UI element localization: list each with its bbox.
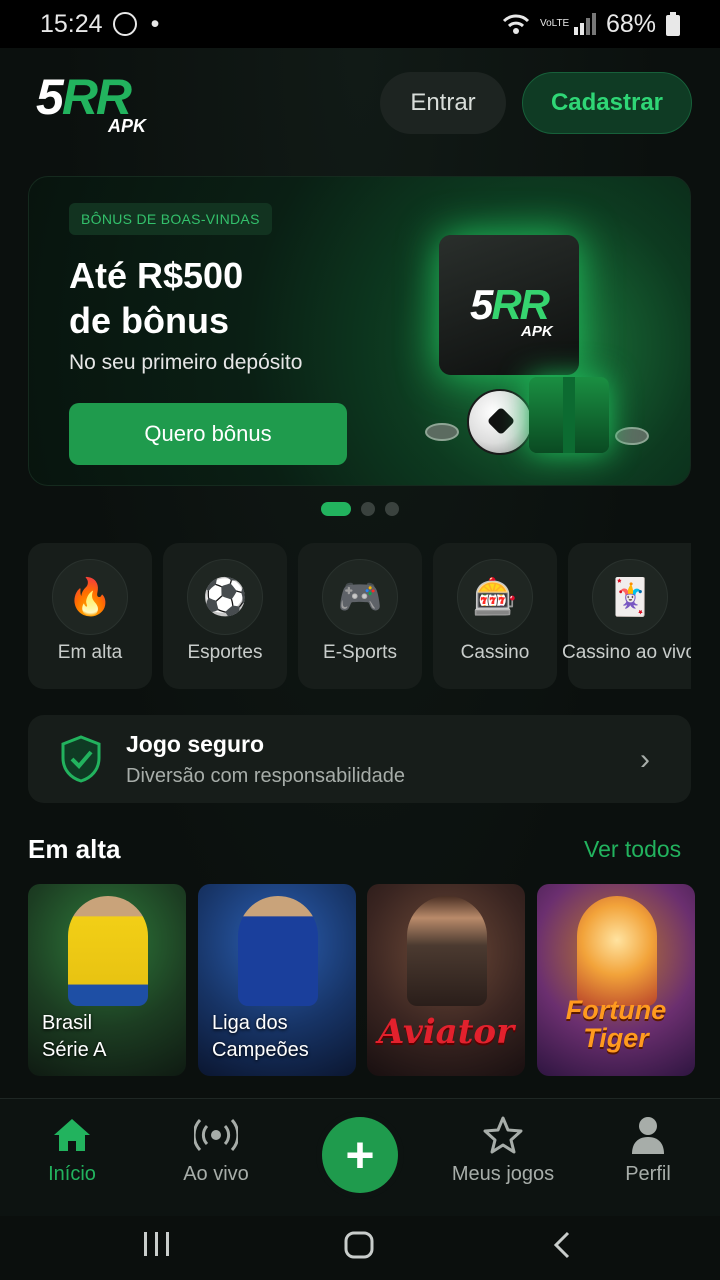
- game-label-line1: Liga dos: [212, 1012, 288, 1034]
- fortune-tiger-line2: Tiger: [583, 1023, 649, 1053]
- box-logo-subtext: APK: [521, 323, 553, 340]
- nav-ao-vivo[interactable]: Ao vivo: [146, 1115, 286, 1186]
- trending-games-row: Brasil Série A Liga dos Campeões Aviator…: [28, 884, 695, 1076]
- soccer-ball-icon: ⚽: [187, 559, 263, 635]
- game-card-liga-dos-campeoes[interactable]: Liga dos Campeões: [198, 884, 356, 1076]
- banner-title: Até R$500 de bônus: [69, 253, 369, 343]
- slot-machine-icon: 🎰: [457, 559, 533, 635]
- category-label: Cassino: [460, 642, 530, 663]
- logo-text: 5RR: [36, 69, 132, 125]
- category-esports[interactable]: 🎮 E-Sports: [298, 543, 422, 689]
- brand-logo[interactable]: 5RR APK: [36, 69, 166, 138]
- nav-inicio[interactable]: Início: [2, 1115, 142, 1186]
- recent-apps-icon[interactable]: [142, 1230, 172, 1258]
- section-title: Em alta: [28, 834, 121, 864]
- game-card-fortune-tiger[interactable]: Fortune Tiger: [537, 884, 695, 1076]
- wifi-icon: [502, 14, 530, 34]
- gift-box-illustration: [529, 377, 609, 453]
- safe-play-card[interactable]: Jogo seguro Diversão com responsabilidad…: [28, 715, 691, 803]
- star-icon: [483, 1116, 523, 1154]
- bottom-nav: Início Ao vivo + Meus jogos Perfil: [0, 1098, 720, 1216]
- game-label-line2: Série A: [42, 1039, 107, 1061]
- signal-icon: [573, 13, 596, 35]
- home-button-icon[interactable]: [343, 1230, 375, 1260]
- category-row: 🔥 Em alta ⚽ Esportes 🎮 E-Sports 🎰 Cassin…: [28, 543, 691, 689]
- category-label: Esportes: [187, 642, 263, 663]
- nav-perfil[interactable]: Perfil: [578, 1115, 718, 1186]
- game-card-brasil-serie-a[interactable]: Brasil Série A: [28, 884, 186, 1076]
- game-label-line1: Brasil: [42, 1012, 93, 1034]
- notification-dot: •: [150, 9, 160, 38]
- fortune-tiger-line1: Fortune: [565, 995, 667, 1025]
- nav-meus-jogos[interactable]: Meus jogos: [433, 1115, 573, 1186]
- register-button[interactable]: Cadastrar: [522, 72, 692, 134]
- banner-title-line2: de bônus: [69, 300, 229, 341]
- category-label: E-Sports: [323, 642, 397, 663]
- carousel-dot[interactable]: [385, 502, 399, 516]
- user-icon: [632, 1117, 664, 1154]
- carousel-dot[interactable]: [321, 502, 351, 516]
- welcome-bonus-badge: BÔNUS DE BOAS-VINDAS: [69, 203, 272, 235]
- game-label-line2: Campeões: [212, 1039, 309, 1061]
- battery-icon: [666, 12, 680, 36]
- banner-subtitle: No seu primeiro depósito: [69, 351, 303, 374]
- safe-play-title: Jogo seguro: [126, 731, 265, 757]
- promo-banner[interactable]: BÔNUS DE BOAS-VINDAS Até R$500 de bônus …: [28, 176, 691, 486]
- app-screen: 5RR APK Entrar Cadastrar BÔNUS DE BOAS-V…: [0, 48, 720, 1280]
- battery-level: 68%: [605, 9, 656, 38]
- fire-icon: 🔥: [52, 559, 128, 635]
- gamepad-icon: 🎮: [322, 559, 398, 635]
- logo-subtext: APK: [108, 116, 147, 136]
- fortune-tiger-logo: Fortune Tiger: [537, 996, 695, 1052]
- brand-box-illustration: 5RR APK: [439, 235, 579, 375]
- header: 5RR APK Entrar Cadastrar: [0, 48, 720, 160]
- category-esportes[interactable]: ⚽ Esportes: [163, 543, 287, 689]
- game-label: Liga dos Campeões: [212, 1010, 309, 1064]
- aviator-logo: Aviator: [378, 1012, 514, 1052]
- category-cassino[interactable]: 🎰 Cassino: [433, 543, 557, 689]
- see-all-link[interactable]: Ver todos: [584, 836, 681, 863]
- soccer-ball-illustration: [467, 389, 533, 455]
- home-icon: [54, 1119, 90, 1151]
- live-broadcast-icon: [194, 1118, 238, 1152]
- nav-label: Ao vivo: [183, 1163, 249, 1185]
- category-label: Em alta: [57, 642, 123, 663]
- claim-bonus-button[interactable]: Quero bônus: [69, 403, 347, 465]
- carousel-dot[interactable]: [361, 502, 375, 516]
- category-label: Cassino ao vivo: [562, 642, 691, 663]
- coin-icon: [615, 427, 649, 445]
- whatsapp-icon: [112, 12, 137, 36]
- nav-label: Perfil: [625, 1163, 671, 1185]
- coin-icon: [425, 423, 459, 441]
- status-bar: 15:24 • VoLTE 68%: [0, 0, 720, 48]
- game-card-aviator[interactable]: Aviator: [367, 884, 525, 1076]
- category-cassino-ao-vivo[interactable]: 🃏 Cassino ao vivo: [562, 543, 691, 689]
- login-button[interactable]: Entrar: [380, 72, 506, 134]
- game-label: Brasil Série A: [42, 1010, 106, 1064]
- system-nav-bar: [0, 1216, 720, 1280]
- tiger-image: [577, 896, 657, 1006]
- status-time: 15:24: [40, 9, 103, 38]
- add-fab-button[interactable]: +: [322, 1117, 398, 1193]
- playing-cards-icon: 🃏: [592, 559, 668, 635]
- character-image: [407, 896, 487, 1006]
- box-logo-text: 5RR: [469, 281, 550, 328]
- shield-check-icon: [61, 735, 101, 783]
- back-icon[interactable]: [550, 1230, 572, 1260]
- carousel-indicator: [0, 502, 720, 516]
- safe-play-subtitle: Diversão com responsabilidade: [126, 765, 406, 787]
- category-em-alta[interactable]: 🔥 Em alta: [28, 543, 152, 689]
- volte-label: VoLTE: [539, 18, 570, 29]
- player-image: [238, 896, 318, 1006]
- player-image: [68, 896, 148, 1006]
- banner-title-line1: Até R$500: [69, 255, 244, 296]
- chevron-right-icon: ›: [640, 743, 650, 776]
- nav-label: Meus jogos: [451, 1163, 555, 1185]
- nav-label: Início: [48, 1163, 96, 1185]
